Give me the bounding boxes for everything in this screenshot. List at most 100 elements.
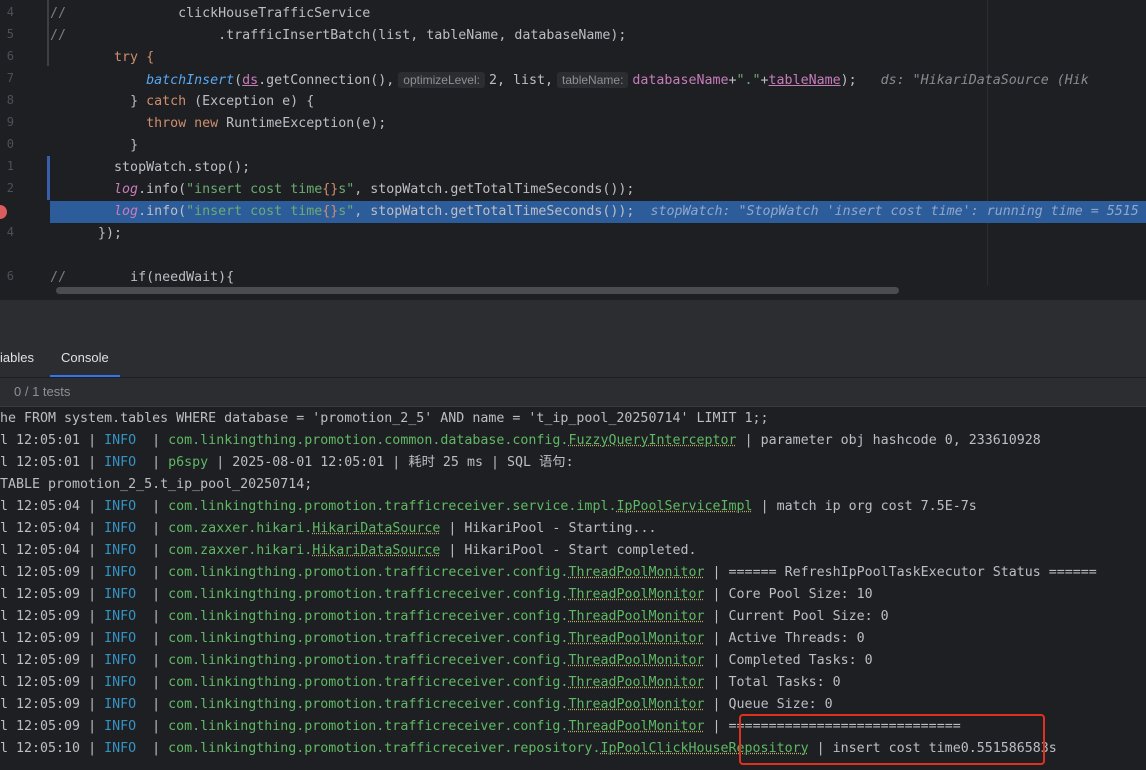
log-time: l 12:05:04 — [0, 521, 81, 536]
log-sep: | — [80, 587, 105, 602]
log-logger: com.linkingthing.promotion.trafficreceiv… — [168, 631, 569, 646]
log-class-link[interactable]: ThreadPoolMonitor — [568, 697, 704, 712]
string-literal: s" — [338, 182, 355, 197]
console-line: l 12:05:09 | INFO | com.linkingthing.pro… — [0, 606, 1146, 628]
log-message: | Queue Size: 0 — [704, 697, 833, 712]
log-class-link[interactable]: ThreadPoolMonitor — [568, 653, 704, 668]
line-number[interactable]: 9 — [0, 115, 14, 129]
log-message: | Current Pool Size: 0 — [704, 609, 889, 624]
horizontal-scrollbar[interactable] — [56, 287, 899, 294]
line-number[interactable]: 8 — [0, 93, 14, 107]
log-logger: com.linkingthing.promotion.trafficreceiv… — [168, 587, 569, 602]
log-logger: com.linkingthing.promotion.common.databa… — [168, 433, 569, 448]
log-sep: | — [136, 653, 169, 668]
log-sep: | — [80, 631, 105, 646]
comment-marker: // — [50, 28, 67, 43]
log-level: INFO — [104, 741, 137, 756]
log-message: | Total Tasks: 0 — [704, 675, 841, 690]
keyword-catch: catch — [146, 94, 187, 109]
log-logger: com.linkingthing.promotion.trafficreceiv… — [168, 653, 569, 668]
log-class-link[interactable]: ThreadPoolMonitor — [568, 587, 704, 602]
log-class-link[interactable]: HikariDataSource — [312, 521, 440, 536]
line-number[interactable]: 5 — [0, 27, 14, 41]
console-line: l 12:05:01 | INFO | com.linkingthing.pro… — [0, 430, 1146, 452]
log-logger: com.zaxxer.hikari. — [168, 543, 313, 558]
log-sep: | — [80, 433, 105, 448]
log-time: l 12:05:09 — [0, 565, 81, 580]
code-text: .info( — [138, 204, 187, 219]
line-number[interactable]: 6 — [0, 49, 14, 63]
line-number[interactable]: 6 — [0, 269, 14, 283]
log-message: | HikariPool - Start completed. — [440, 543, 697, 558]
line-number[interactable]: 4 — [0, 5, 14, 19]
console-line: l 12:05:09 | INFO | com.linkingthing.pro… — [0, 672, 1146, 694]
log-class-link[interactable]: ThreadPoolMonitor — [568, 719, 704, 734]
log-class-link[interactable]: ThreadPoolMonitor — [568, 675, 704, 690]
log-message: | Active Threads: 0 — [704, 631, 865, 646]
log-class-link[interactable]: HikariDataSource — [312, 543, 440, 558]
code-text: + — [760, 73, 769, 88]
log-logger: com.linkingthing.promotion.trafficreceiv… — [168, 719, 569, 734]
console-output[interactable]: he FROM system.tables WHERE database = '… — [0, 408, 1146, 770]
log-level: INFO — [104, 543, 137, 558]
field-ref: databaseName — [632, 73, 729, 88]
log-level: INFO — [104, 587, 137, 602]
code-line: } catch (Exception e) { — [50, 91, 1146, 113]
console-line: TABLE promotion_2_5.t_ip_pool_20250714; — [0, 474, 1146, 496]
tab-console[interactable]: Console — [50, 338, 120, 377]
log-sep: | — [80, 609, 105, 624]
log-sep: | — [136, 565, 169, 580]
line-number[interactable]: 0 — [0, 137, 14, 151]
highlight-annotation — [739, 714, 1045, 765]
log-message: | Completed Tasks: 0 — [704, 653, 873, 668]
tab-variables[interactable]: iables — [0, 338, 34, 375]
code-editor[interactable]: 4 5 6 7 8 9 0 1 2 4 6 // clickHouseTraff… — [0, 0, 1146, 300]
log-sep: | — [136, 609, 169, 624]
code-line: try { — [50, 47, 1146, 69]
code-text: 2, list, — [488, 73, 554, 88]
code-line: } — [50, 135, 1146, 157]
log-time: l 12:05:09 — [0, 653, 81, 668]
log-time: l 12:05:04 — [0, 499, 81, 514]
log-time: l 12:05:09 — [0, 587, 81, 602]
log-time: l 12:05:09 — [0, 719, 81, 734]
log-level: INFO — [104, 455, 137, 470]
keyword-try: try { — [114, 50, 155, 65]
line-number[interactable]: 1 — [0, 159, 14, 173]
log-class-link[interactable]: ThreadPoolMonitor — [568, 565, 704, 580]
log-class-link[interactable]: IpPoolServiceImpl — [616, 499, 752, 514]
placeholder: {} — [322, 204, 339, 219]
log-sep: | — [136, 587, 169, 602]
log-sep: | — [136, 521, 169, 536]
log-time: l 12:05:01 — [0, 433, 81, 448]
code-text: } — [130, 94, 147, 109]
breakpoint-icon[interactable] — [0, 205, 7, 219]
console-line: l 12:05:09 | INFO | com.linkingthing.pro… — [0, 628, 1146, 650]
log-sep: | — [136, 631, 169, 646]
code-text: , stopWatch.getTotalTimeSeconds()); — [354, 204, 635, 219]
code-text: clickHouseTrafficService — [178, 6, 371, 21]
line-number[interactable]: 7 — [0, 71, 14, 85]
code-text: ); — [840, 73, 857, 88]
line-number[interactable]: 2 — [0, 181, 14, 195]
line-number[interactable]: 4 — [0, 225, 14, 239]
log-class-link[interactable]: ThreadPoolMonitor — [568, 631, 704, 646]
log-message: | match ip org cost 7.5E-7s — [752, 499, 977, 514]
console-line: l 12:05:04 | INFO | com.zaxxer.hikari.Hi… — [0, 518, 1146, 540]
log-sep: | — [80, 697, 105, 712]
log-time: l 12:05:09 — [0, 675, 81, 690]
code-text: RuntimeException(e); — [226, 116, 387, 131]
code-text: stopWatch.stop(); — [114, 160, 251, 175]
console-line: l 12:05:09 | INFO | com.linkingthing.pro… — [0, 562, 1146, 584]
code-line: // if(needWait){ — [50, 267, 1146, 289]
log-class-link[interactable]: ThreadPoolMonitor — [568, 609, 704, 624]
log-message: | parameter obj hashcode 0, 233610928 — [736, 433, 1041, 448]
log-message: | HikariPool - Starting... — [440, 521, 657, 536]
code-text: .trafficInsertBatch(list, tableName, dat… — [218, 28, 627, 43]
log-level: INFO — [104, 631, 137, 646]
console-line: l 12:05:09 | INFO | com.linkingthing.pro… — [0, 650, 1146, 672]
string-literal: "insert cost time — [186, 182, 323, 197]
log-level: INFO — [104, 499, 137, 514]
string-literal: s" — [338, 204, 355, 219]
log-class-link[interactable]: FuzzyQueryInterceptor — [568, 433, 736, 448]
